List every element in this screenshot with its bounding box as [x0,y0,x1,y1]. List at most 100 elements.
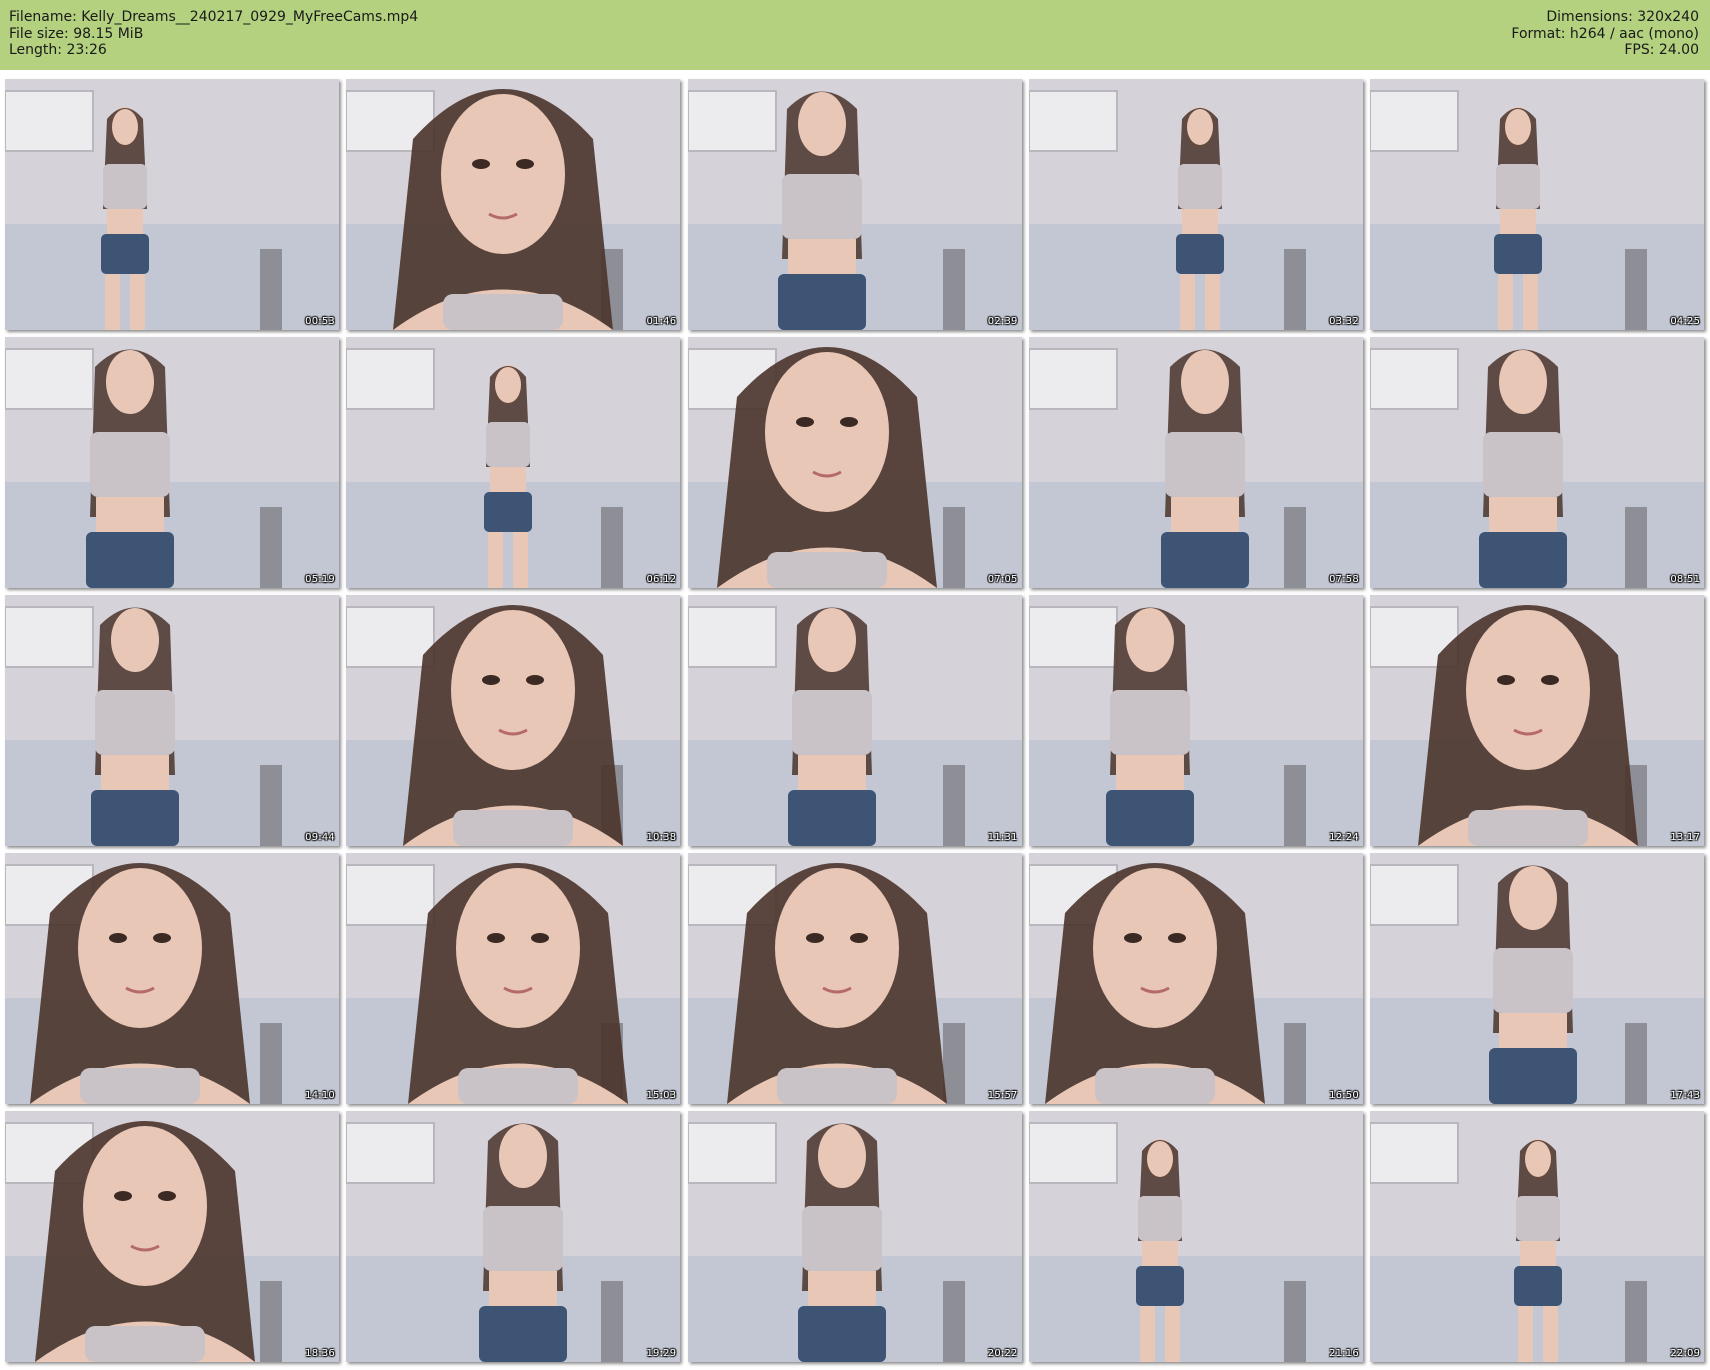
waist [1115,755,1184,790]
eye-right [531,933,550,943]
eye-right [839,417,858,427]
eye-left [1123,933,1142,943]
thumbnail-frame: 14:10 [5,853,339,1104]
timestamp-label: 16:50 [1329,1090,1359,1101]
fps-line: FPS: 24.00 [1624,42,1699,58]
frame-image [346,79,681,330]
thumbnail-frame: 13:17 [1370,595,1705,846]
timestamp-label: 15:57 [987,1090,1018,1101]
waist [1520,1241,1557,1266]
top [453,810,574,846]
eye-right [153,933,171,943]
waist [1141,1241,1178,1266]
frame-image [1028,1111,1363,1362]
waist [96,497,164,532]
couch-arm [942,765,965,846]
frame-image [1028,79,1363,330]
face [764,352,889,512]
eye-left [805,933,824,943]
frame-image [1028,853,1363,1104]
face [807,608,856,672]
frame-image [5,79,339,330]
waist [797,755,866,790]
face [1180,350,1229,414]
thumbnail-frame: 19:29 [346,1111,681,1362]
couch-arm [1283,1281,1306,1362]
shorts [1514,1266,1563,1306]
eye-left [1497,675,1516,685]
waist [107,209,143,234]
wall-shelf [1370,1122,1460,1184]
top [1468,810,1589,846]
face-front [112,109,138,145]
wall-shelf [1028,1122,1118,1184]
timestamp-label: 04:25 [1670,316,1701,327]
face [111,608,159,672]
top [1483,432,1564,497]
thumbnail-frame: 18:36 [5,1111,339,1362]
top [483,1206,564,1271]
leg-right [1164,1306,1180,1362]
timestamp-label: 02:39 [987,316,1018,327]
timestamp-label: 19:29 [646,1348,677,1359]
timestamp-label: 07:05 [987,574,1018,585]
thumbnail-grid: 00:53 01:46 02:39 03:32 04:25 05:19 06:12 07:05… [5,79,1705,1362]
wall-shelf [5,348,94,410]
frame-image [5,337,339,588]
frame-image [1370,337,1705,588]
timestamp-label: 09:44 [305,832,335,843]
couch-arm [942,1281,965,1362]
wall-shelf [5,90,94,152]
filename-line: Filename: Kelly_Dreams__240217_0929_MyFr… [9,9,419,25]
frame-image [1370,595,1705,846]
couch-arm [601,507,624,588]
top [90,432,170,497]
frame-image [1028,595,1363,846]
thumbnail-frame: 07:05 [687,337,1022,588]
top [1137,1196,1182,1241]
couch-arm [1283,249,1306,330]
face [499,1124,548,1188]
top [781,174,862,239]
thumbnail-frame: 07:58 [1028,337,1363,588]
couch-arm [1625,1023,1648,1104]
thumbnail-frame: 04:25 [1370,79,1705,330]
top [1094,1068,1215,1104]
shorts [1105,790,1194,846]
face [1092,868,1217,1028]
leg-left [1139,1306,1155,1362]
eye-left [114,1191,132,1201]
couch-arm [1625,507,1648,588]
leg-right [513,532,529,588]
timestamp-label: 22:09 [1670,1348,1701,1359]
thumbnail-frame: 12:24 [1028,595,1363,846]
shorts [484,492,533,532]
frame-image [1028,337,1363,588]
top [1177,164,1222,209]
length-line: Length: 23:26 [9,42,107,58]
frame-image [346,853,681,1104]
frame-image [346,1111,681,1362]
waist [1181,209,1218,234]
leg-right [1204,274,1220,330]
shorts [91,790,179,846]
timestamp-label: 08:51 [1670,574,1701,585]
couch-arm [942,249,965,330]
info-header: Filename: Kelly_Dreams__240217_0929_MyFr… [0,0,1710,70]
thumbnail-frame: 15:03 [346,853,681,1104]
face [83,1126,207,1286]
thumbnail-frame: 20:22 [687,1111,1022,1362]
timestamp-label: 15:03 [646,1090,677,1101]
wall-shelf [346,606,436,668]
thumbnail-frame: 01:46 [346,79,681,330]
frame-image [346,595,681,846]
couch [1028,1256,1363,1362]
top [1516,1196,1561,1241]
waist [1500,209,1537,234]
shorts [787,790,876,846]
couch-arm [260,1281,282,1362]
shorts [1494,234,1543,274]
thumbnail-frame: 06:12 [346,337,681,588]
top [443,294,564,330]
face-front [1146,1141,1173,1177]
